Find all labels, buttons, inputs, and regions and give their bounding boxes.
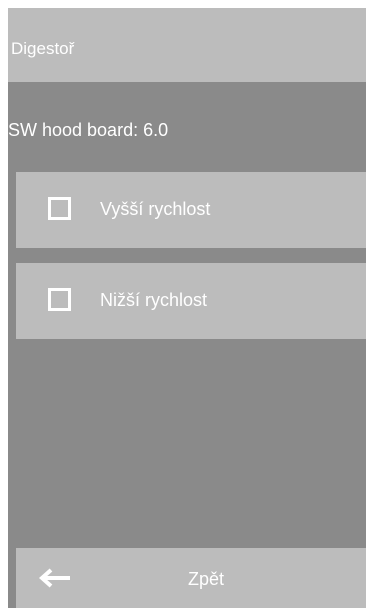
firmware-version-text: SW hood board: 6.0 [8, 120, 169, 140]
back-button[interactable]: Zpět [16, 548, 366, 608]
checkbox-higher-speed[interactable] [48, 197, 71, 220]
checkbox-lower-speed[interactable] [48, 288, 71, 311]
option-higher-speed[interactable]: Vyšší rychlost [16, 172, 366, 248]
hood-settings-screen: Digestoř SW hood board: 6.0 Vyšší rychlo… [8, 8, 366, 608]
header-bar: Digestoř [8, 8, 366, 82]
back-button-label: Zpět [187, 569, 225, 589]
option-label-higher-speed: Vyšší rychlost [100, 199, 211, 219]
page-title: Digestoř [11, 39, 75, 58]
option-label-lower-speed: Nižší rychlost [100, 290, 208, 310]
option-lower-speed[interactable]: Nižší rychlost [16, 263, 366, 339]
